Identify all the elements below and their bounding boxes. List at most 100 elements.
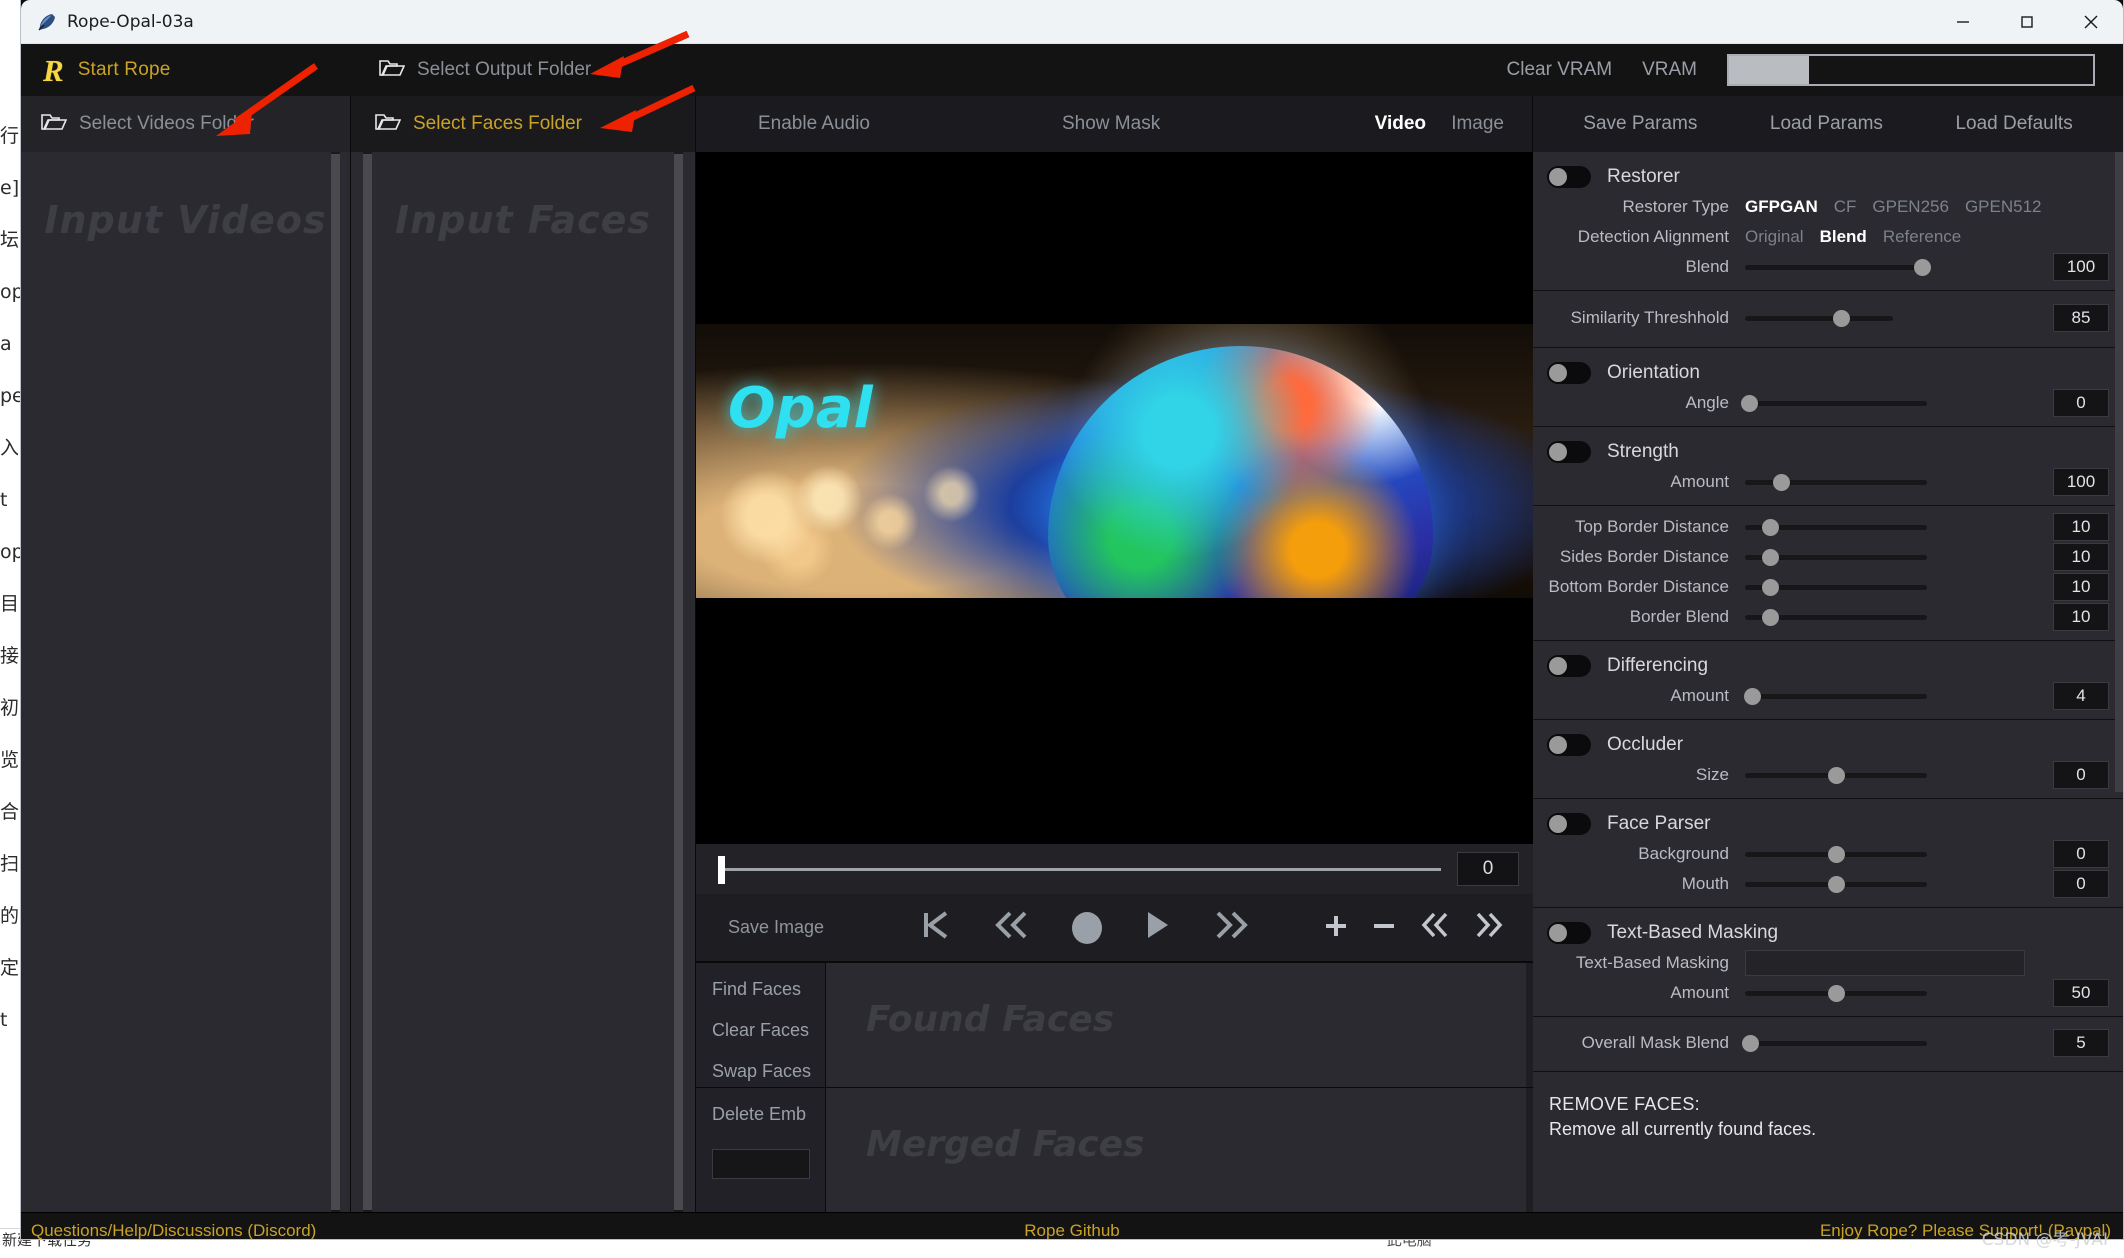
slider-knob[interactable] [1914,259,1931,276]
select-videos-folder-button[interactable]: Select Videos Folder [21,96,351,152]
slider-knob[interactable] [1828,767,1845,784]
border-blend-value[interactable]: 10 [2053,603,2109,631]
merged-faces-area[interactable]: Merged Faces [826,1088,1533,1212]
top-border-value[interactable]: 10 [2053,513,2109,541]
scrollbar-thumb[interactable] [674,154,683,1210]
tab-image[interactable]: Image [1451,113,1504,135]
text-masking-toggle-row[interactable]: Text-Based Masking [1533,914,2123,948]
save-image-button[interactable]: Save Image [728,917,878,938]
minus-icon[interactable] [1371,912,1397,944]
input-faces-scrollbar-right[interactable] [674,152,683,1212]
load-params-button[interactable]: Load Params [1770,113,1883,135]
sides-border-slider[interactable] [1745,546,1927,568]
angle-slider[interactable] [1745,392,1927,414]
slider-knob[interactable] [1742,1035,1759,1052]
slider-knob[interactable] [1828,985,1845,1002]
strength-toggle[interactable] [1547,441,1591,463]
tab-video[interactable]: Video [1375,113,1426,135]
playback-slider-handle[interactable] [718,856,725,884]
select-output-folder-button[interactable]: Select Output Folder [379,44,591,96]
slider-knob[interactable] [1762,609,1779,626]
playback-slider[interactable] [718,868,1441,871]
orientation-toggle[interactable] [1547,362,1591,384]
slider-knob[interactable] [1773,474,1790,491]
occluder-toggle[interactable] [1547,734,1591,756]
strength-amount-slider[interactable] [1745,471,1927,493]
face-parser-background-value[interactable]: 0 [2053,840,2109,868]
minimize-button[interactable] [1931,0,1995,43]
rewind-icon[interactable] [992,908,1030,948]
record-icon[interactable] [1072,912,1102,944]
restorer-type-gpen512[interactable]: GPEN512 [1965,197,2042,217]
occluder-size-value[interactable]: 0 [2053,761,2109,789]
restorer-type-gfpgan[interactable]: GFPGAN [1745,197,1818,217]
strength-toggle-row[interactable]: Strength [1533,433,2123,467]
face-parser-toggle-row[interactable]: Face Parser [1533,805,2123,839]
delete-emb-button[interactable]: Delete Emb [696,1104,825,1125]
input-videos-scrollbar[interactable] [331,152,340,1212]
bottom-border-slider[interactable] [1745,576,1927,598]
top-border-slider[interactable] [1745,516,1927,538]
scrollbar-thumb[interactable] [331,154,340,1210]
similarity-slider[interactable] [1745,307,1927,329]
text-masking-toggle[interactable] [1547,922,1591,944]
bottom-border-value[interactable]: 10 [2053,573,2109,601]
save-params-button[interactable]: Save Params [1583,113,1697,135]
plus-icon[interactable] [1323,912,1349,944]
frame-number-value[interactable]: 0 [1457,852,1519,886]
clear-vram-button[interactable]: Clear VRAM [1507,59,1613,81]
input-faces-panel[interactable]: Input Faces [351,152,696,1212]
text-masking-amount-value[interactable]: 50 [2053,979,2109,1007]
overall-mask-blend-slider[interactable] [1745,1032,1927,1054]
maximize-button[interactable] [1995,0,2059,43]
restorer-type-cf[interactable]: CF [1834,197,1857,217]
strength-amount-value[interactable]: 100 [2053,468,2109,496]
restorer-blend-slider[interactable] [1745,256,1927,278]
load-defaults-button[interactable]: Load Defaults [1955,113,2072,135]
slider-knob[interactable] [1762,549,1779,566]
restorer-toggle[interactable] [1547,166,1591,188]
skip-to-start-icon[interactable] [920,908,950,948]
text-masking-amount-slider[interactable] [1745,982,1927,1004]
slider-knob[interactable] [1762,579,1779,596]
parameters-scrollbar[interactable] [2115,152,2123,792]
found-faces-scrollbar[interactable] [1526,963,1533,1087]
swap-faces-button[interactable]: Swap Faces [696,1061,825,1082]
close-button[interactable] [2059,0,2123,43]
differencing-toggle-row[interactable]: Differencing [1533,647,2123,681]
video-preview[interactable]: Opal [696,152,1533,844]
differencing-toggle[interactable] [1547,655,1591,677]
found-faces-area[interactable]: Found Faces [826,963,1533,1087]
overall-mask-blend-value[interactable]: 5 [2053,1029,2109,1057]
face-parser-background-slider[interactable] [1745,843,1927,865]
face-parser-mouth-value[interactable]: 0 [2053,870,2109,898]
occluder-toggle-row[interactable]: Occluder [1533,726,2123,760]
discord-link[interactable]: Questions/Help/Discussions (Discord) [31,1221,316,1241]
alignment-original[interactable]: Original [1745,227,1804,247]
orientation-toggle-row[interactable]: Orientation [1533,354,2123,388]
differencing-amount-value[interactable]: 4 [2053,682,2109,710]
differencing-amount-slider[interactable] [1745,685,1927,707]
restorer-blend-value[interactable]: 100 [2053,253,2109,281]
start-rope-button[interactable]: R Start Rope [21,44,351,96]
face-parser-toggle[interactable] [1547,813,1591,835]
clear-faces-button[interactable]: Clear Faces [696,1020,825,1041]
paypal-link[interactable]: Enjoy Rope? Please Support! (Paypal) [1820,1221,2111,1241]
tab-enable-audio[interactable]: Enable Audio [758,113,870,135]
merged-faces-scrollbar[interactable] [1526,1088,1533,1212]
angle-value[interactable]: 0 [2053,389,2109,417]
face-parser-mouth-slider[interactable] [1745,873,1927,895]
occluder-size-slider[interactable] [1745,764,1927,786]
text-masking-input[interactable] [1745,950,2025,976]
double-left-icon[interactable] [1419,910,1451,945]
alignment-reference[interactable]: Reference [1883,227,1961,247]
restorer-toggle-row[interactable]: Restorer [1533,158,2123,192]
select-faces-folder-button[interactable]: Select Faces Folder [351,96,696,152]
slider-knob[interactable] [1762,519,1779,536]
slider-knob[interactable] [1741,395,1758,412]
slider-knob[interactable] [1828,846,1845,863]
scrollbar-thumb[interactable] [363,154,372,1210]
slider-knob[interactable] [1833,310,1850,327]
find-faces-button[interactable]: Find Faces [696,979,825,1000]
similarity-value[interactable]: 85 [2053,304,2109,332]
